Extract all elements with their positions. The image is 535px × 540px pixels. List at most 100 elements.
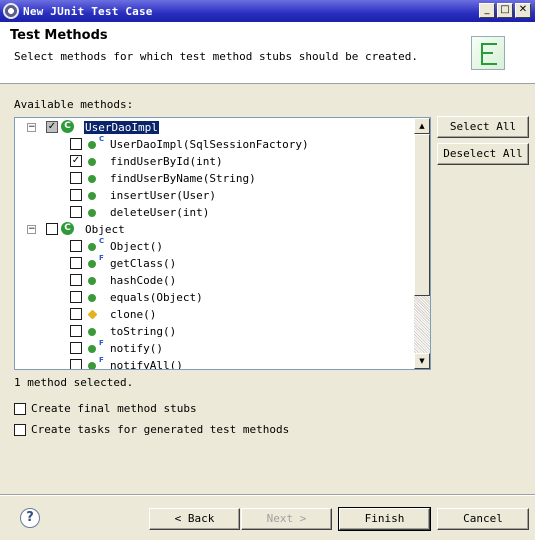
public-method-icon [88,243,96,251]
method-row[interactable]: clone() [15,306,415,323]
selection-status: 1 method selected. [14,376,134,389]
public-method-icon [88,294,96,302]
method-checkbox[interactable] [70,359,82,369]
final-stubs-option[interactable]: Create final method stubs [14,402,197,415]
public-method-icon [88,362,96,369]
method-row[interactable]: F getClass() [15,254,415,272]
method-label[interactable]: insertUser(User) [110,189,216,202]
method-checkbox[interactable] [70,325,82,337]
method-row[interactable]: ✓ findUserById(int) [15,153,415,170]
method-checkbox[interactable] [70,274,82,286]
method-label[interactable]: findUserById(int) [110,155,223,168]
method-row[interactable]: F notify() [15,339,415,357]
window-title: New JUnit Test Case [23,4,153,18]
footer-separator [0,494,535,496]
tasks-checkbox[interactable] [14,423,26,436]
final-marker: F [99,254,104,262]
method-checkbox[interactable] [70,189,82,201]
method-row[interactable]: hashCode() [15,272,415,289]
method-checkbox[interactable] [70,257,82,269]
cancel-button[interactable]: Cancel [437,508,529,530]
constructor-marker: C [99,135,105,143]
eclipse-app-icon [3,3,19,19]
page-description: Select methods for which test method stu… [14,50,418,63]
public-method-icon [88,209,96,217]
method-row[interactable]: C UserDaoImpl(SqlSessionFactory) [15,135,415,153]
class-label[interactable]: UserDaoImpl [84,121,159,134]
protected-method-icon [87,309,98,320]
class-icon: C [61,222,74,235]
method-label[interactable]: notifyAll() [110,359,183,369]
method-checkbox[interactable] [70,240,82,252]
final-stubs-label[interactable]: Create final method stubs [31,402,197,415]
tree-scrollbar[interactable]: ▲ ▼ [414,118,430,369]
method-label[interactable]: Object() [110,240,163,253]
method-label[interactable]: findUserByName(String) [110,172,256,185]
page-title: Test Methods [10,28,108,43]
tasks-label[interactable]: Create tasks for generated test methods [31,423,289,436]
class-label[interactable]: Object [85,223,125,236]
minimize-button[interactable]: _ [479,3,495,18]
public-method-icon [88,192,96,200]
method-checkbox[interactable] [70,172,82,184]
method-label[interactable]: getClass() [110,257,176,270]
method-checkbox[interactable] [70,206,82,218]
method-row[interactable]: C Object() [15,237,415,255]
select-all-button[interactable]: Select All [437,116,529,138]
public-method-icon [88,345,96,353]
final-marker: F [99,339,104,347]
method-label[interactable]: toString() [110,325,176,338]
close-button[interactable]: ✕ [515,3,531,18]
class-icon: C [61,120,74,133]
method-checkbox[interactable]: ✓ [70,155,82,167]
method-label[interactable]: clone() [110,308,156,321]
scroll-thumb[interactable] [414,134,430,296]
public-method-icon [88,158,96,166]
method-label[interactable]: notify() [110,342,163,355]
method-label[interactable]: UserDaoImpl(SqlSessionFactory) [110,138,309,151]
finish-button[interactable]: Finish [338,507,431,531]
constructor-marker: C [99,237,105,245]
available-methods-label: Available methods: [14,98,134,111]
title-bar: New JUnit Test Case _ □ ✕ [0,0,535,22]
tree-row-userdaoimpl[interactable]: − ✓ C UserDaoImpl [15,119,415,136]
public-method-icon [88,328,96,336]
public-method-icon [88,141,96,149]
final-marker: F [99,356,104,364]
method-row[interactable]: toString() [15,323,415,340]
method-checkbox[interactable] [70,342,82,354]
method-row[interactable]: findUserByName(String) [15,170,415,187]
help-icon[interactable]: ? [20,508,40,528]
next-button[interactable]: Next > [241,508,332,530]
wizard-header: Test Methods Select methods for which te… [0,22,535,84]
scroll-down-button[interactable]: ▼ [414,353,430,369]
tree-row-object[interactable]: − C Object [15,221,415,238]
scroll-up-button[interactable]: ▲ [414,118,430,134]
public-method-icon [88,277,96,285]
method-checkbox[interactable] [70,308,82,320]
method-label[interactable]: hashCode() [110,274,176,287]
deselect-all-button[interactable]: Deselect All [437,143,529,165]
window-controls: _ □ ✕ [479,3,531,18]
public-method-icon [88,260,96,268]
method-checkbox[interactable] [70,138,82,150]
scroll-track[interactable] [414,296,430,353]
junit-wizard-icon [471,36,505,70]
back-button[interactable]: < Back [149,508,240,530]
method-row[interactable]: deleteUser(int) [15,204,415,221]
collapse-icon[interactable]: − [27,225,36,234]
collapse-icon[interactable]: − [27,123,36,132]
method-label[interactable]: deleteUser(int) [110,206,209,219]
method-checkbox[interactable] [70,291,82,303]
method-label[interactable]: equals(Object) [110,291,203,304]
method-row[interactable]: insertUser(User) [15,187,415,204]
object-checkbox[interactable] [46,223,58,235]
public-method-icon [88,175,96,183]
tasks-option[interactable]: Create tasks for generated test methods [14,423,289,436]
method-row[interactable]: equals(Object) [15,289,415,306]
maximize-button[interactable]: □ [497,3,513,18]
final-stubs-checkbox[interactable] [14,402,26,415]
methods-tree[interactable]: − ✓ C UserDaoImpl C UserDaoImpl(SqlSessi… [14,117,431,370]
method-row[interactable]: F notifyAll() [15,356,415,369]
userdaoimpl-checkbox[interactable]: ✓ [46,121,58,133]
